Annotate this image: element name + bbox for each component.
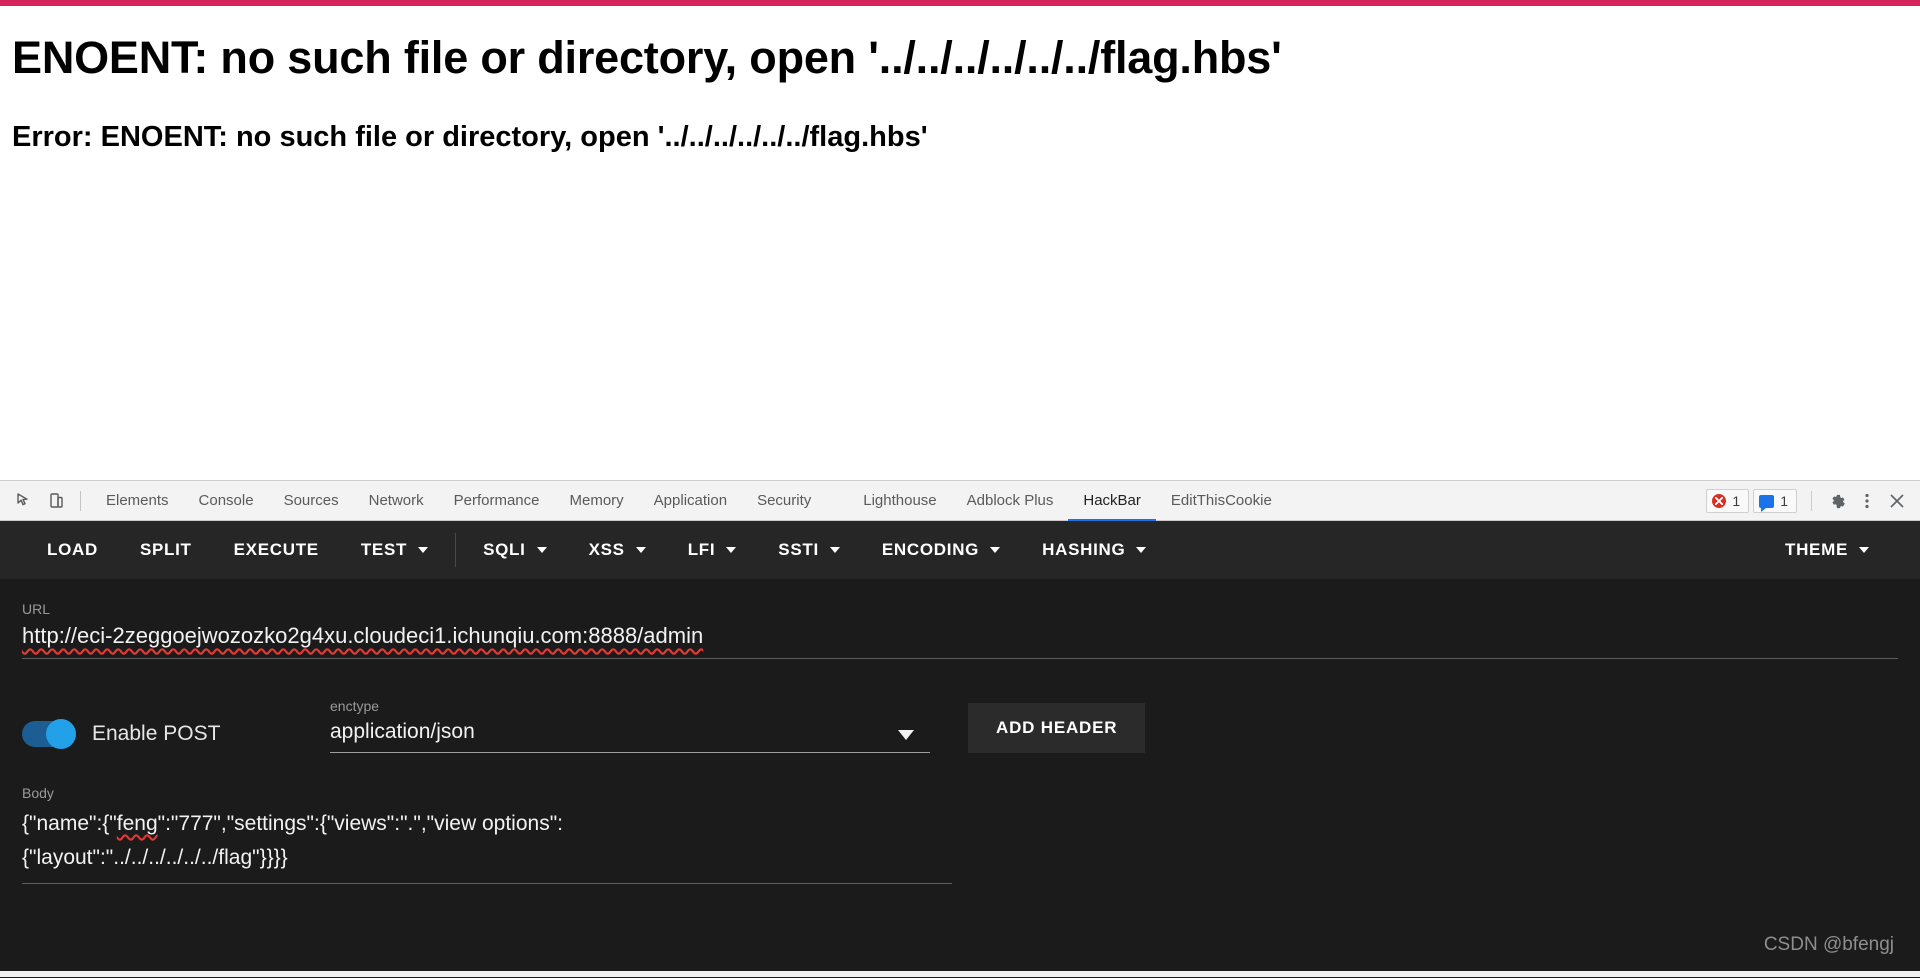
hackbar-xss-label: XSS bbox=[588, 540, 625, 559]
url-input[interactable]: http://eci-2zeggoejwozozko2g4xu.cloudeci… bbox=[22, 623, 703, 655]
hackbar-toolbar: LOAD SPLIT EXECUTE TEST SQLI XSS LFI SST… bbox=[0, 521, 1920, 579]
add-header-button[interactable]: ADD HEADER bbox=[968, 703, 1146, 753]
chevron-down-icon bbox=[1859, 547, 1869, 553]
hackbar-lfi-menu[interactable]: LFI bbox=[667, 521, 758, 579]
hackbar-sqli-label: SQLI bbox=[483, 540, 526, 559]
hackbar-encoding-label: ENCODING bbox=[881, 540, 980, 559]
toolbar-divider bbox=[80, 490, 81, 511]
body-underline bbox=[22, 883, 952, 885]
hackbar-encoding-menu[interactable]: ENCODING bbox=[861, 521, 1021, 579]
tab-performance[interactable]: Performance bbox=[439, 481, 555, 521]
hackbar-ssti-menu[interactable]: SSTI bbox=[757, 521, 861, 579]
chevron-down-icon bbox=[418, 547, 429, 553]
hackbar-test-label: TEST bbox=[360, 540, 408, 559]
page-title: ENOENT: no such file or directory, open … bbox=[12, 32, 1282, 83]
body-text-part-1: {"name":{" bbox=[22, 812, 117, 835]
body-field-group: Body {"name":{"feng":"777","settings":{"… bbox=[22, 785, 1898, 885]
hackbar-load-label: LOAD bbox=[47, 540, 98, 559]
url-field-group: URL http://eci-2zeggoejwozozko2g4xu.clou… bbox=[22, 601, 1898, 659]
message-icon bbox=[1759, 494, 1775, 512]
device-toolbar-icon[interactable] bbox=[42, 487, 70, 515]
enable-post-label: Enable POST bbox=[92, 722, 221, 745]
tab-security[interactable]: Security bbox=[742, 481, 826, 521]
close-icon[interactable] bbox=[1882, 486, 1912, 516]
enctype-field-group: enctype application/json bbox=[330, 698, 930, 753]
devtools-tabs: Elements Console Sources Network Perform… bbox=[91, 481, 1287, 521]
enctype-label: enctype bbox=[330, 698, 380, 714]
devtools-panel: Elements Console Sources Network Perform… bbox=[0, 480, 1920, 978]
hackbar-execute-button[interactable]: EXECUTE bbox=[213, 521, 340, 579]
tab-application[interactable]: Application bbox=[639, 481, 742, 521]
tab-hackbar[interactable]: HackBar bbox=[1068, 481, 1156, 521]
error-count-badge[interactable]: 1 bbox=[1706, 489, 1750, 513]
error-icon bbox=[1712, 494, 1727, 508]
tab-lighthouse[interactable]: Lighthouse bbox=[848, 481, 951, 521]
enable-post-toggle-group[interactable]: Enable POST bbox=[22, 719, 322, 753]
tab-network[interactable]: Network bbox=[354, 481, 439, 521]
tab-elements[interactable]: Elements bbox=[91, 481, 184, 521]
message-count-badge[interactable]: 1 bbox=[1753, 489, 1797, 513]
post-settings-row: Enable POST enctype application/json ADD… bbox=[22, 693, 1898, 753]
watermark: CSDN @bfengj bbox=[1763, 934, 1894, 955]
body-textarea[interactable]: {"name":{"feng":"777","settings":{"views… bbox=[22, 807, 952, 875]
body-text-part-2: ":"777","settings":{"views":".","view op… bbox=[157, 812, 563, 835]
hackbar-sqli-menu[interactable]: SQLI bbox=[462, 521, 567, 579]
page-subtitle: Error: ENOENT: no such file or directory… bbox=[12, 120, 928, 153]
more-options-icon[interactable] bbox=[1852, 486, 1882, 516]
devtools-tab-strip: Elements Console Sources Network Perform… bbox=[0, 481, 1920, 521]
url-label: URL bbox=[22, 601, 51, 617]
hackbar-body: URL http://eci-2zeggoejwozozko2g4xu.clou… bbox=[0, 579, 1920, 978]
tab-console[interactable]: Console bbox=[184, 481, 269, 521]
body-label: Body bbox=[22, 785, 54, 801]
inspect-element-icon[interactable] bbox=[10, 487, 38, 515]
hackbar-execute-label: EXECUTE bbox=[233, 540, 319, 559]
hackbar-lfi-label: LFI bbox=[687, 540, 716, 559]
hackbar-theme-label: THEME bbox=[1785, 540, 1848, 559]
tab-memory[interactable]: Memory bbox=[555, 481, 639, 521]
enable-post-toggle[interactable] bbox=[22, 719, 76, 749]
gear-icon[interactable] bbox=[1822, 486, 1852, 516]
hackbar-theme-menu[interactable]: THEME bbox=[1764, 521, 1890, 579]
chevron-down-icon bbox=[990, 547, 1001, 553]
body-text-line-2: {"layout":"../../../../../../flag"}}}} bbox=[22, 846, 288, 870]
chevron-down-icon bbox=[726, 547, 737, 553]
hackbar-load-button[interactable]: LOAD bbox=[26, 521, 119, 579]
chevron-down-icon bbox=[536, 547, 547, 553]
chevron-down-icon bbox=[1136, 547, 1147, 553]
bottom-strip bbox=[0, 971, 1920, 977]
chevron-down-icon bbox=[829, 547, 840, 553]
hackbar-hashing-label: HASHING bbox=[1042, 540, 1126, 559]
chevron-down-icon[interactable] bbox=[898, 730, 914, 740]
toolbar-divider-2 bbox=[1811, 491, 1812, 511]
hackbar-split-button[interactable]: SPLIT bbox=[119, 521, 213, 579]
hackbar-xss-menu[interactable]: XSS bbox=[568, 521, 667, 579]
hackbar-split-label: SPLIT bbox=[139, 540, 192, 559]
toggle-knob bbox=[46, 719, 76, 749]
tab-adblock-plus[interactable]: Adblock Plus bbox=[952, 481, 1069, 521]
enctype-select[interactable]: application/json bbox=[330, 720, 930, 753]
body-text-misspelled: feng bbox=[116, 812, 158, 835]
hackbar-toolbar-divider bbox=[455, 533, 457, 567]
chevron-down-icon bbox=[635, 547, 646, 553]
tab-sources[interactable]: Sources bbox=[269, 481, 354, 521]
tab-editthiscookie[interactable]: EditThisCookie bbox=[1156, 481, 1287, 521]
error-count: 1 bbox=[1732, 493, 1741, 509]
error-page-content: ENOENT: no such file or directory, open … bbox=[0, 6, 1920, 480]
hackbar-ssti-label: SSTI bbox=[778, 540, 819, 559]
message-count: 1 bbox=[1780, 493, 1788, 509]
hackbar-test-menu[interactable]: TEST bbox=[340, 521, 449, 579]
hackbar-hashing-menu[interactable]: HASHING bbox=[1021, 521, 1167, 579]
url-underline bbox=[22, 658, 1898, 659]
devtools-toolbar-right: 1 1 bbox=[1706, 481, 1912, 521]
